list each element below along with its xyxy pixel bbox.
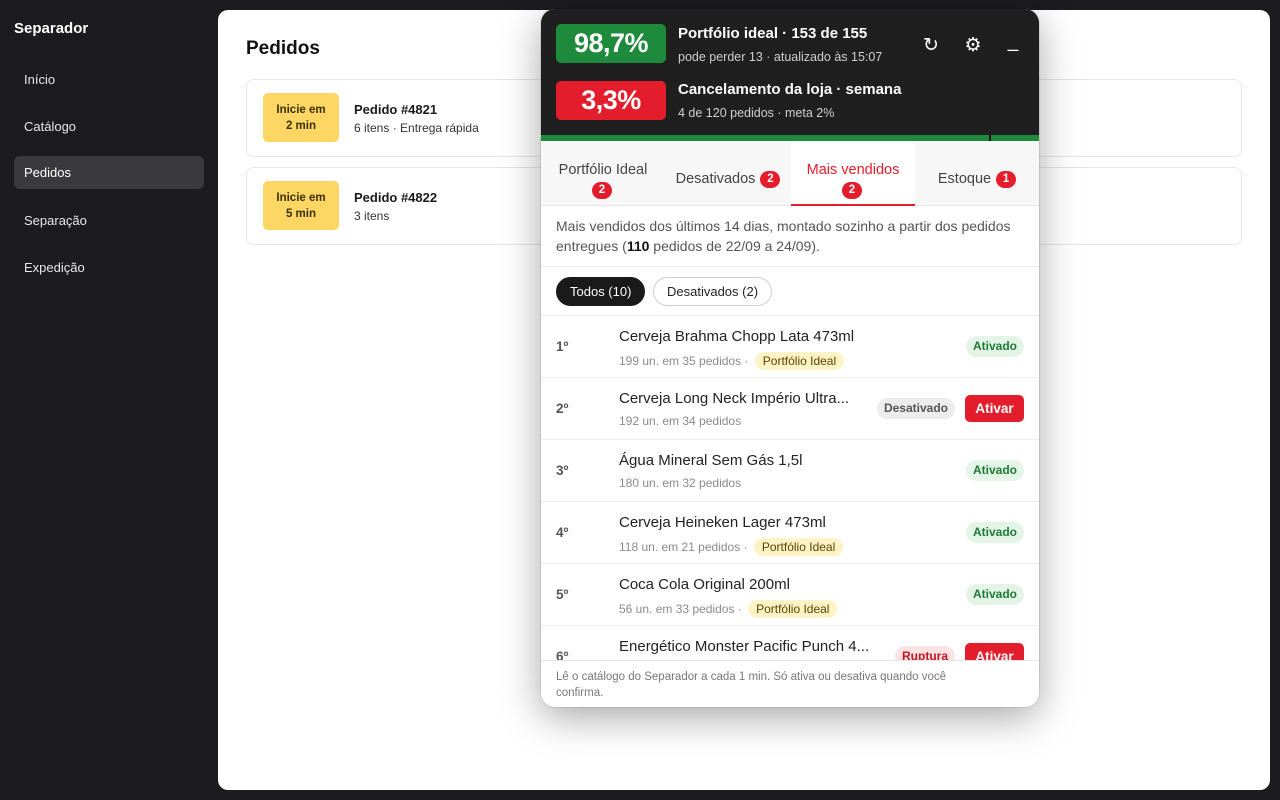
minimize-icon[interactable]: _ bbox=[1000, 29, 1026, 55]
badge-label: Inicie em bbox=[276, 104, 326, 116]
product-rank: 2º bbox=[556, 401, 569, 416]
product-meta: 199 un. em 35 pedidos · Portfólio Ideal bbox=[619, 352, 845, 370]
badge-time: 2 min bbox=[285, 120, 317, 132]
portfolio-ideal-tag: Portfólio Ideal bbox=[753, 538, 844, 556]
panel-footer: Lê o catálogo do Separador a cada 1 min.… bbox=[541, 660, 1039, 707]
start-timer-badge: Inicie em 2 min bbox=[263, 93, 339, 142]
list-item: 1º Cerveja Brahma Chopp Lata 473ml 199 u… bbox=[541, 316, 1039, 378]
sidebar: Separador Início Catálogo Pedidos Separa… bbox=[0, 0, 218, 800]
tab-mais-vendidos[interactable]: Mais vendidos 2 bbox=[791, 141, 915, 206]
tab-desativados[interactable]: Desativados 2 bbox=[665, 141, 791, 206]
gear-icon[interactable]: ⚙ bbox=[960, 33, 986, 59]
tab-label: Estoque bbox=[937, 171, 992, 187]
list-item: 3º Água Mineral Sem Gás 1,5l 180 un. em … bbox=[541, 440, 1039, 502]
tab-estoque[interactable]: Estoque 1 bbox=[915, 141, 1039, 206]
filter-disabled-chip[interactable]: Desativados (2) bbox=[653, 277, 773, 306]
filter-all-chip[interactable]: Todos (10) bbox=[556, 277, 646, 306]
tab-count-badge: 2 bbox=[760, 171, 781, 188]
portfolio-subtitle: pode perder 13 · atualizado às 15:07 bbox=[678, 50, 883, 64]
portfolio-ideal-tag: Portfólio Ideal bbox=[754, 352, 845, 370]
cancellation-percentage: 3,3% bbox=[556, 81, 666, 120]
product-name: Cerveja Heineken Lager 473ml bbox=[619, 514, 826, 531]
tab-portfolio-ideal[interactable]: Portfólio Ideal 2 bbox=[541, 141, 665, 206]
app-brand: Separador bbox=[14, 20, 89, 37]
best-sellers-list: 1º Cerveja Brahma Chopp Lata 473ml 199 u… bbox=[541, 316, 1039, 660]
delivered-orders-count: 110 bbox=[626, 238, 650, 254]
status-badge: Ativado bbox=[965, 336, 1024, 357]
product-name: Cerveja Long Neck Império Ultra... bbox=[619, 390, 850, 407]
badge-time: 5 min bbox=[285, 208, 317, 220]
start-timer-badge: Inicie em 5 min bbox=[263, 181, 339, 230]
product-name: Água Mineral Sem Gás 1,5l bbox=[619, 452, 803, 469]
sidebar-item-pedidos[interactable]: Pedidos bbox=[14, 156, 204, 189]
product-rank: 4º bbox=[556, 525, 569, 540]
tab-label: Desativados bbox=[675, 171, 756, 187]
product-meta: 192 un. em 34 pedidos bbox=[619, 414, 742, 428]
product-rank: 5º bbox=[556, 587, 569, 602]
tab-count-badge: 2 bbox=[592, 182, 612, 199]
sidebar-item-inicio[interactable]: Início bbox=[14, 63, 204, 96]
order-subtitle: 6 itens · Entrega rápida bbox=[354, 121, 479, 135]
product-name: Energético Monster Pacific Punch 4... bbox=[619, 638, 870, 655]
sidebar-item-catalogo[interactable]: Catálogo bbox=[14, 110, 204, 143]
list-item: 5º Coca Cola Original 200ml 56 un. em 33… bbox=[541, 564, 1039, 626]
portfolio-percentage: 98,7% bbox=[556, 24, 666, 63]
tab-label: Portfólio Ideal bbox=[558, 162, 648, 178]
status-badge: Desativado bbox=[876, 398, 955, 419]
portfolio-title: Portfólio ideal · 153 de 155 bbox=[678, 25, 868, 42]
order-title: Pedido #4821 bbox=[354, 102, 438, 117]
order-title: Pedido #4822 bbox=[354, 190, 438, 205]
panel-tabs: Portfólio Ideal 2 Desativados 2 Mais vend… bbox=[541, 141, 1039, 206]
tab-count-badge: 1 bbox=[996, 171, 1017, 188]
tab-label: Mais vendidos bbox=[806, 162, 900, 178]
divider bbox=[541, 266, 1039, 267]
page-title: Pedidos bbox=[246, 38, 320, 59]
sidebar-item-separacao[interactable]: Separação bbox=[14, 204, 204, 237]
product-rank: 3º bbox=[556, 463, 569, 478]
badge-label: Inicie em bbox=[276, 192, 326, 204]
order-subtitle: 3 itens bbox=[354, 209, 390, 223]
portfolio-panel: 98,7% Portfólio ideal · 153 de 155 pode … bbox=[541, 9, 1039, 707]
footer-note: Lê o catálogo do Separador a cada 1 min.… bbox=[556, 671, 946, 699]
product-meta: 118 un. em 21 pedidos · Portfólio Ideal bbox=[619, 538, 844, 556]
product-name: Cerveja Brahma Chopp Lata 473ml bbox=[619, 328, 855, 345]
product-meta: 180 un. em 32 pedidos bbox=[619, 476, 742, 490]
list-item: 2º Cerveja Long Neck Império Ultra... 19… bbox=[541, 378, 1039, 440]
status-badge: Ativado bbox=[965, 584, 1024, 605]
panel-header: 98,7% Portfólio ideal · 153 de 155 pode … bbox=[541, 9, 1039, 135]
tab-count-badge: 2 bbox=[842, 182, 862, 199]
list-item: 4º Cerveja Heineken Lager 473ml 118 un. … bbox=[541, 502, 1039, 564]
cancellation-title: Cancelamento da loja · semana bbox=[678, 81, 902, 98]
status-badge: Ativado bbox=[965, 522, 1024, 543]
activate-button[interactable]: Ativar bbox=[965, 643, 1024, 660]
sidebar-item-expedicao[interactable]: Expedição bbox=[14, 251, 204, 284]
product-name: Coca Cola Original 200ml bbox=[619, 576, 790, 593]
product-meta: 56 un. em 33 pedidos · Portfólio Ideal bbox=[619, 600, 838, 618]
product-rank: 1º bbox=[556, 339, 569, 354]
activate-button[interactable]: Ativar bbox=[965, 395, 1024, 422]
tab-description: Mais vendidos dos últimos 14 dias, monta… bbox=[556, 218, 1011, 254]
list-item: 6º Energético Monster Pacific Punch 4...… bbox=[541, 626, 1039, 660]
refresh-icon[interactable]: ↻ bbox=[918, 33, 944, 59]
status-badge: Ruptura bbox=[895, 646, 955, 660]
product-rank: 6º bbox=[556, 649, 569, 660]
cancellation-subtitle: 4 de 120 pedidos · meta 2% bbox=[678, 106, 835, 120]
portfolio-ideal-tag: Portfólio Ideal bbox=[748, 600, 838, 618]
status-badge: Ativado bbox=[965, 460, 1024, 481]
